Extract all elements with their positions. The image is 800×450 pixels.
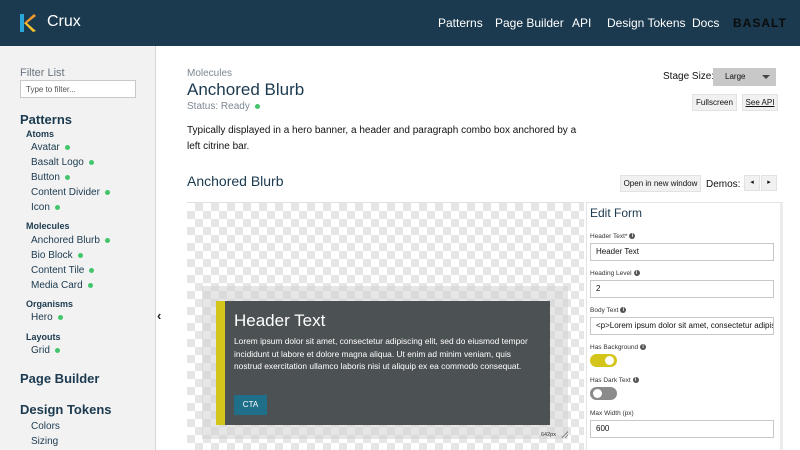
info-icon[interactable]: i — [632, 377, 639, 384]
sidebar-item-colors[interactable]: Colors — [31, 421, 60, 432]
pattern-description: Typically displayed in a hero banner, a … — [187, 125, 577, 152]
crux-logo-icon[interactable] — [20, 14, 36, 32]
basalt-logo[interactable]: BASALT — [733, 16, 787, 30]
status-dot — [64, 144, 70, 150]
status-dot — [77, 252, 83, 258]
info-icon[interactable]: i — [620, 307, 627, 314]
has-dark-text-label: Has Dark Text i — [590, 377, 639, 384]
demo-title: Anchored Blurb — [187, 173, 284, 189]
body-text-label: Body Text i — [590, 307, 627, 314]
sidebar-section-patterns[interactable]: Patterns — [20, 112, 72, 127]
sidebar-section-design-tokens[interactable]: Design Tokens — [20, 402, 112, 417]
status-dot — [54, 204, 60, 210]
has-dark-text-toggle[interactable] — [590, 387, 617, 400]
status-dot — [57, 314, 63, 320]
status-dot — [104, 189, 110, 195]
sidebar-item-bio-block[interactable]: Bio Block — [31, 250, 83, 261]
status-dot — [54, 347, 60, 353]
sidebar-group-layouts: Layouts — [26, 332, 61, 342]
status-dot — [89, 267, 95, 273]
stage-size-value: Large — [725, 72, 746, 81]
status-dot — [88, 159, 94, 165]
status-label: Status: Ready — [187, 101, 260, 112]
chevron-down-icon — [762, 75, 770, 79]
sidebar-group-molecules: Molecules — [26, 221, 70, 231]
nav-page-builder[interactable]: Page Builder — [495, 16, 564, 30]
demo-prev-button[interactable]: ◂ — [744, 175, 760, 191]
demos-label: Demos: — [706, 179, 741, 190]
brand-name[interactable]: Crux — [47, 13, 81, 31]
page-title: Anchored Blurb — [187, 80, 305, 99]
status-dot — [64, 174, 70, 180]
sidebar-item-avatar[interactable]: Avatar — [31, 142, 70, 153]
sidebar-group-organisms: Organisms — [26, 299, 74, 309]
info-icon[interactable]: i — [640, 344, 647, 351]
status-dot — [87, 282, 93, 288]
sidebar-group-atoms: Atoms — [26, 129, 55, 139]
category-label: Molecules — [187, 68, 233, 79]
has-background-toggle[interactable] — [590, 354, 617, 367]
status-dot — [254, 103, 260, 109]
blurb-body-text: Lorem ipsum dolor sit amet, consectetur … — [234, 336, 528, 371]
filter-label: Filter List — [20, 67, 65, 79]
info-icon[interactable]: i — [633, 270, 640, 277]
sidebar-item-content-divider[interactable]: Content Divider — [31, 187, 110, 198]
header-text-field[interactable]: Header Text — [590, 243, 774, 261]
heading-level-field[interactable]: 2 — [590, 280, 774, 298]
nav-api[interactable]: API — [572, 16, 591, 30]
top-nav: Crux Patterns Page Builder API Design To… — [0, 0, 800, 46]
fullscreen-button[interactable]: Fullscreen — [692, 94, 737, 111]
sidebar-item-hero[interactable]: Hero — [31, 312, 63, 323]
max-width-label: Max Width (px) — [590, 410, 634, 417]
stage-size-label: Stage Size: — [663, 71, 715, 82]
sidebar-section-page-builder[interactable]: Page Builder — [20, 371, 99, 386]
sidebar-item-sizing[interactable]: Sizing — [31, 436, 58, 447]
width-readout: 642px — [541, 432, 556, 438]
nav-docs[interactable]: Docs — [692, 16, 719, 30]
sidebar-item-grid[interactable]: Grid — [31, 345, 60, 356]
blurb-header-text: Header Text — [234, 311, 326, 330]
see-api-link[interactable]: See API — [742, 94, 778, 111]
resize-handle-icon[interactable] — [561, 431, 568, 438]
nav-patterns[interactable]: Patterns — [438, 16, 483, 30]
sidebar-item-content-tile[interactable]: Content Tile — [31, 265, 95, 276]
sidebar-collapse-icon[interactable]: ‹ — [157, 308, 161, 323]
demo-next-button[interactable]: ▸ — [761, 175, 777, 191]
cta-button[interactable]: CTA — [234, 395, 267, 415]
sidebar: Filter List Patterns Atoms Avatar Basalt… — [0, 46, 156, 450]
toggle-knob — [593, 389, 602, 398]
body-text-field[interactable]: <p>Lorem ipsum dolor sit amet, consectet… — [590, 317, 774, 335]
stage-size-select[interactable]: Large — [713, 68, 776, 86]
sidebar-item-button[interactable]: Button — [31, 172, 70, 183]
sidebar-item-icon[interactable]: Icon — [31, 202, 60, 213]
heading-level-label: Heading Level i — [590, 270, 640, 277]
status-dot — [104, 237, 110, 243]
info-icon[interactable]: i — [629, 233, 636, 240]
sidebar-item-media-card[interactable]: Media Card — [31, 280, 93, 291]
sidebar-item-basalt-logo[interactable]: Basalt Logo — [31, 157, 94, 168]
header-text-label: Header Text* i — [590, 233, 636, 240]
sidebar-item-anchored-blurb[interactable]: Anchored Blurb — [31, 235, 110, 246]
filter-input[interactable] — [20, 80, 136, 98]
max-width-field[interactable]: 600 — [590, 420, 774, 438]
form-scrollbar[interactable] — [780, 202, 783, 450]
open-new-window-button[interactable]: Open in new window — [620, 175, 701, 192]
has-background-label: Has Background i — [590, 344, 647, 351]
edit-form-title: Edit Form — [590, 206, 643, 220]
nav-design-tokens[interactable]: Design Tokens — [607, 16, 686, 30]
toggle-knob — [605, 356, 614, 365]
